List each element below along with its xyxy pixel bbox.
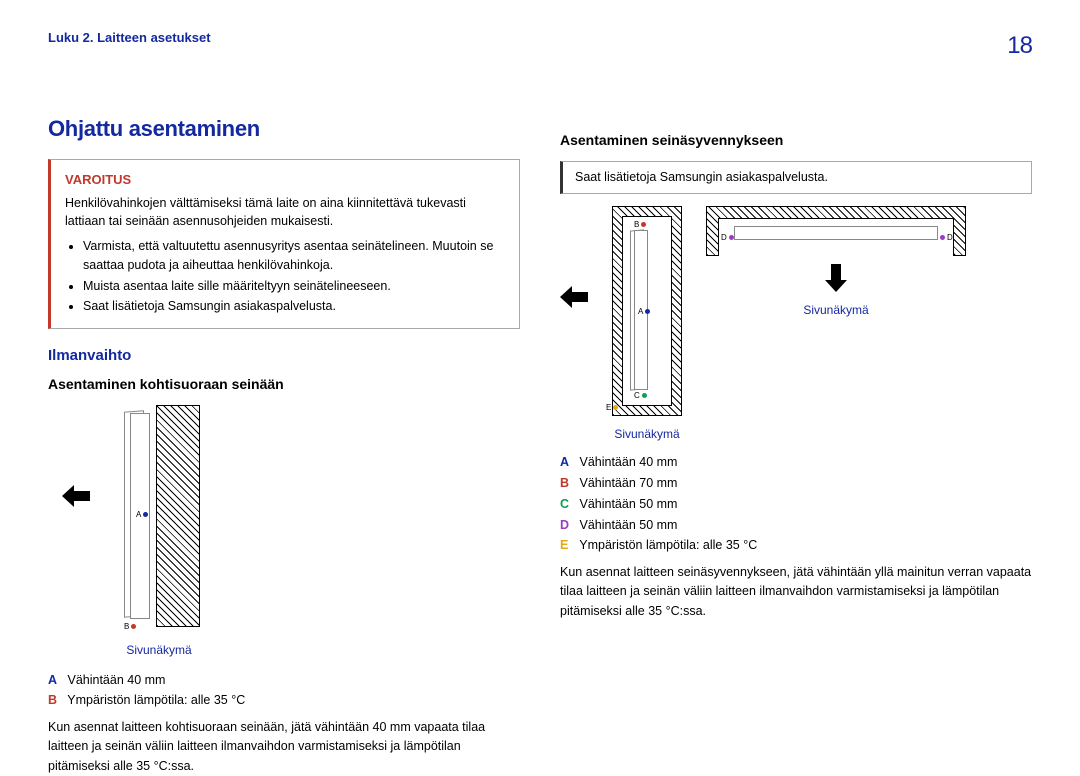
ventilation-heading: Ilmanvaihto [48,345,520,368]
section-title: Ohjattu asentaminen [48,112,520,145]
marker-e: E [606,402,618,414]
legend-recess: A Vähintään 40 mm B Vähintään 70 mm C Vä… [560,453,1032,555]
arrow-left-icon [62,485,90,507]
recess-paragraph: Kun asennat laitteen seinäsyvennykseen, … [560,563,1032,621]
legend-item: C Vähintään 50 mm [560,495,1032,514]
marker-b: B [124,621,136,633]
perpendicular-diagram: A B [100,405,220,635]
warning-bullet: Varmista, että valtuutettu asennusyritys… [83,237,505,275]
legend-item: B Ympäristön lämpötila: alle 35 °C [48,691,520,710]
legend-perpendicular: A Vähintään 40 mm B Ympäristön lämpötila… [48,671,520,711]
marker-c: C [634,390,647,402]
perpendicular-heading: Asentaminen kohtisuoraan seinään [48,374,520,395]
chapter-title: Luku 2. Laitteen asetukset [48,28,211,48]
warning-bullet: Muista asentaa laite sille määriteltyyn … [83,277,505,296]
sideview-caption: Sivunäkymä [74,641,244,659]
legend-item: D Vähintään 50 mm [560,516,1032,535]
legend-item: A Vähintään 40 mm [560,453,1032,472]
arrow-down-icon [825,264,847,292]
perpendicular-paragraph: Kun asennat laitteen kohtisuoraan seinää… [48,718,520,776]
marker-d: D [721,232,734,244]
warning-label: VAROITUS [65,170,505,190]
warning-body: Henkilövahinkojen välttämiseksi tämä lai… [65,194,505,232]
recess-top-diagram: D D [706,206,966,256]
legend-item: B Vähintään 70 mm [560,474,1032,493]
legend-item: E Ympäristön lämpötila: alle 35 °C [560,536,1032,555]
left-column: Ohjattu asentaminen VAROITUS Henkilövahi… [48,72,520,776]
page-number: 18 [1007,28,1032,64]
info-box: Saat lisätietoja Samsungin asiakaspalvel… [560,161,1032,194]
warning-box: VAROITUS Henkilövahinkojen välttämiseksi… [48,159,520,329]
legend-item: A Vähintään 40 mm [48,671,520,690]
warning-bullet: Saat lisätietoja Samsungin asiakaspalvel… [83,297,505,316]
warning-list: Varmista, että valtuutettu asennusyritys… [65,237,505,316]
recess-side-diagram: B A C E [612,206,682,416]
marker-a: A [136,509,148,521]
marker-d: D [940,232,953,244]
recess-heading: Asentaminen seinäsyvennykseen [560,130,1032,151]
marker-b: B [634,219,646,231]
arrow-left-icon [560,286,588,308]
marker-a: A [638,306,650,318]
right-column: Asentaminen seinäsyvennykseen Saat lisät… [560,72,1032,776]
sideview-caption: Sivunäkymä [612,425,682,443]
sideview-caption: Sivunäkymä [803,301,868,319]
